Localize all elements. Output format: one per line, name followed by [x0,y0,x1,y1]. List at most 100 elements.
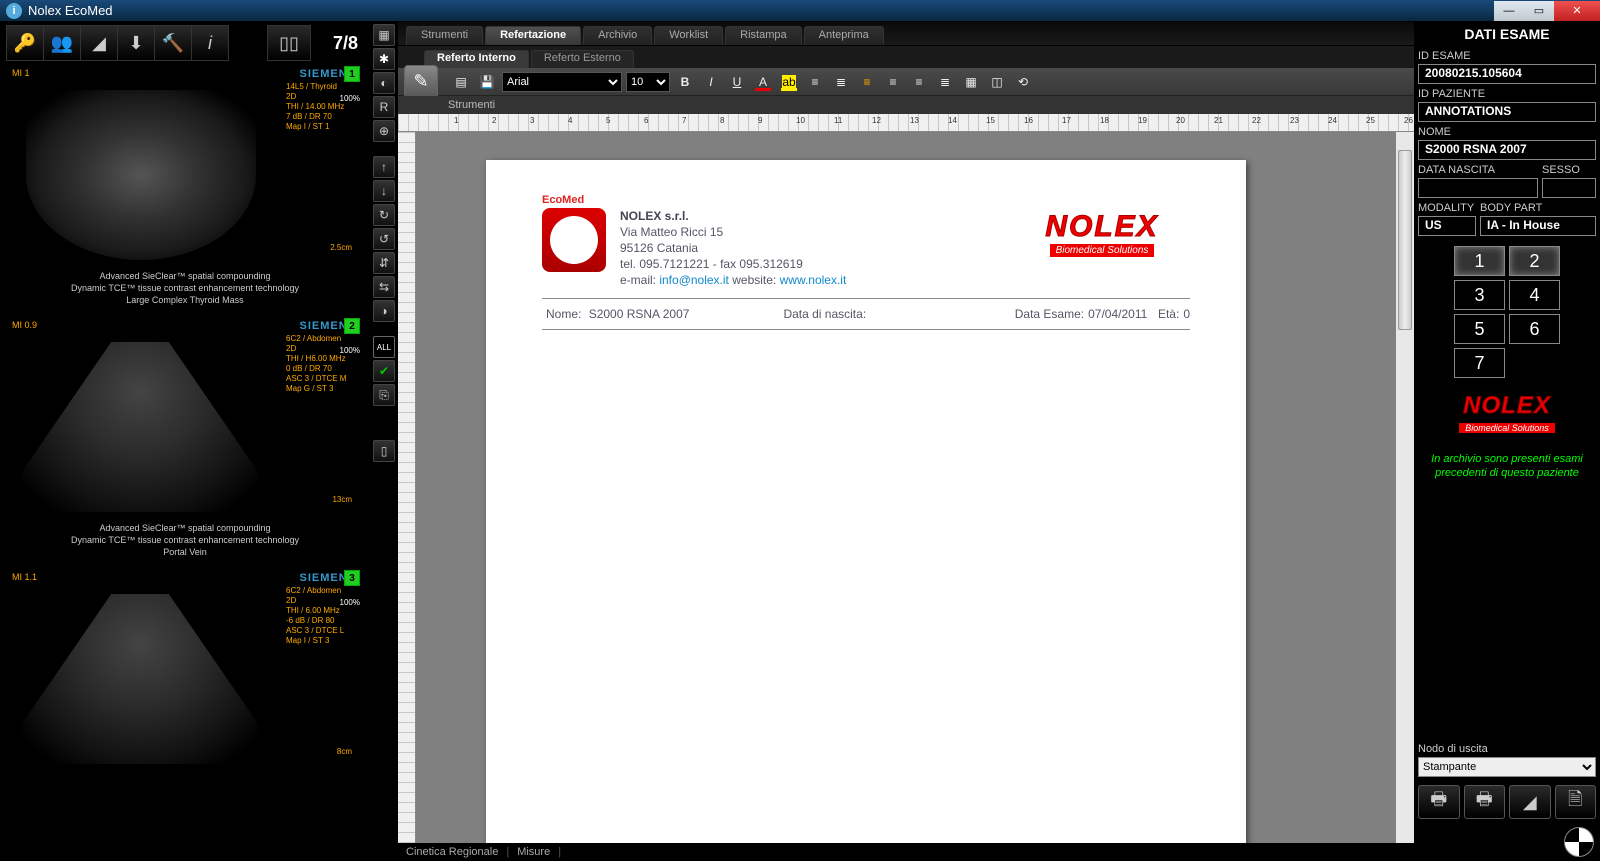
toolbar-label: Strumenti [398,96,1414,114]
main-tabbar: StrumentiRefertazioneArchivioWorklistRis… [398,22,1414,46]
rotate-cw-icon[interactable]: ↻ [373,204,395,226]
num-3[interactable]: 3 [1454,280,1505,310]
right-title: DATI ESAME [1418,22,1596,46]
tab-refertazione[interactable]: Refertazione [485,26,581,45]
grid-icon[interactable]: ▦ [373,24,395,46]
website-link[interactable]: www.nolex.it [780,273,847,287]
tools-icon[interactable]: 🔨 [154,25,192,61]
info-icon[interactable]: i [191,25,229,61]
select-all-button[interactable]: ALL [373,336,395,358]
down-arrow-icon[interactable]: ↓ [373,180,395,202]
print2-button[interactable]: 🖶 [1464,785,1506,819]
editor-toolbar: ✎ ▤ 💾 Arial 10 B I U A ab ≡ ≣ ≡ ≡ ≡ ≣ ▦ … [398,68,1414,96]
ruler-vertical [398,132,416,843]
book-icon[interactable]: ▯▯ [267,25,311,61]
fontcolor-button[interactable]: A [752,72,774,92]
titlebar: i Nolex EcoMed — ▭ ✕ [0,0,1600,22]
window-title: Nolex EcoMed [28,3,113,18]
num-5[interactable]: 5 [1454,314,1505,344]
right-panel: DATI ESAME ID ESAME 20080215.105604 ID P… [1414,22,1600,861]
export-icon[interactable]: ⎘ [373,384,395,406]
close-button[interactable]: ✕ [1554,1,1600,21]
tab-ristampa[interactable]: Ristampa [725,26,801,45]
insert-object-icon[interactable]: ◫ [986,71,1008,93]
nome-field: S2000 RSNA 2007 [1418,140,1596,160]
up-arrow-icon[interactable]: ↑ [373,156,395,178]
thumbnail[interactable]: 1 MI 1 SIEMENS 14L5 / Thyroid2DTHI / 14.… [6,64,364,308]
ecomed-logo [542,208,606,272]
bullets-icon[interactable]: ≡ [804,71,826,93]
tab-anteprima[interactable]: Anteprima [804,26,884,45]
fullscreen-icon[interactable] [1564,827,1594,857]
maximize-button[interactable]: ▭ [1524,1,1554,21]
tab-worklist[interactable]: Worklist [654,26,723,45]
font-select[interactable]: Arial [502,72,622,92]
ruler-horizontal: 1234567891011121314151617181920212223242… [398,114,1414,132]
highlight-button[interactable]: ab [778,72,800,92]
align-justify-icon[interactable]: ≣ [934,71,956,93]
invert-icon[interactable]: ◑ [373,300,395,322]
flip-v-icon[interactable]: ⇵ [373,252,395,274]
editor-area: StrumentiRefertazioneArchivioWorklistRis… [398,22,1414,861]
align-left-icon[interactable]: ≡ [856,71,878,93]
align-right-icon[interactable]: ≡ [908,71,930,93]
new-icon[interactable]: ▤ [450,71,472,93]
report-page: NOLEX s.r.l. Via Matteo Ricci 15 95126 C… [486,160,1246,843]
fontsize-select[interactable]: 10 [626,72,670,92]
id-paziente-field: ANNOTATIONS [1418,102,1596,122]
statusbar: Cinetica Regionale | Misure | [398,843,1414,861]
edit-mode-icon[interactable]: ✎ [404,65,438,99]
save-icon[interactable]: 💾 [476,71,498,93]
italic-button[interactable]: I [700,71,722,93]
numbering-icon[interactable]: ≣ [830,71,852,93]
left-toolbar: 🔑 👥 ◢ ⬇ 🔨 i ▯▯ 7/8 [0,22,370,64]
email-link[interactable]: info@nolex.it [659,273,729,287]
key-icon[interactable]: 🔑 [6,25,44,61]
document-viewport[interactable]: NOLEX s.r.l. Via Matteo Ricci 15 95126 C… [416,132,1414,843]
bold-button[interactable]: B [674,71,696,93]
insert-table-icon[interactable]: ▦ [960,71,982,93]
tab-archivio[interactable]: Archivio [583,26,652,45]
data-nascita-field [1418,178,1538,198]
num-7[interactable]: 7 [1454,348,1505,378]
zoom-icon[interactable]: ⊕ [373,120,395,142]
contrast-icon[interactable]: ◐ [373,72,395,94]
print-button[interactable]: 🖶 [1418,785,1460,819]
app-icon: i [6,3,22,19]
tab-strumenti[interactable]: Strumenti [406,26,483,45]
thumb-number: 2 [344,318,360,334]
output-node-select[interactable]: Stampante [1418,757,1596,777]
underline-button[interactable]: U [726,71,748,93]
status-misure[interactable]: Misure [517,846,550,858]
scrollbar[interactable] [1396,132,1414,843]
subtab-1[interactable]: Referto Esterno [531,50,634,68]
num-2[interactable]: 2 [1509,246,1560,276]
refresh-icon[interactable]: ⟲ [1012,71,1034,93]
nolex-logo: NOLEX Biomedical Solutions [1014,208,1190,258]
download-icon[interactable]: ⬇ [117,25,155,61]
vertical-toolstrip: ▦ ✱ ◐ R ⊕ ↑ ↓ ↻ ↺ ⇵ ⇆ ◑ ALL ✔ ⎘ ▯ [370,22,398,861]
num-1[interactable]: 1 [1454,246,1505,276]
rotate-ccw-icon[interactable]: ↺ [373,228,395,250]
reset-icon[interactable]: R [373,96,395,118]
eraser-icon[interactable]: ◢ [80,25,118,61]
sub-tabbar: Referto InternoReferto Esterno [398,46,1414,68]
subtab-0[interactable]: Referto Interno [424,50,529,68]
bodypart-field: IA - In House [1480,216,1596,236]
patients-icon[interactable]: 👥 [43,25,81,61]
thumbnail[interactable]: 3 MI 1.1 SIEMENS 6C2 / Abdomen2DTHI / 6.… [6,568,364,800]
brightness-icon[interactable]: ✱ [373,48,395,70]
sesso-field [1542,178,1596,198]
erase-button[interactable]: ◢ [1509,785,1551,819]
document-icon[interactable]: ▯ [373,440,395,462]
check-icon[interactable]: ✔ [373,360,395,382]
num-6[interactable]: 6 [1509,314,1560,344]
thumbnail[interactable]: 2 MI 0.9 SIEMENS 6C2 / Abdomen2DTHI / H6… [6,316,364,560]
minimize-button[interactable]: — [1494,1,1524,21]
flip-h-icon[interactable]: ⇆ [373,276,395,298]
status-cinetica[interactable]: Cinetica Regionale [406,846,498,858]
num-4[interactable]: 4 [1509,280,1560,310]
align-center-icon[interactable]: ≡ [882,71,904,93]
thumbnail-list: 1 MI 1 SIEMENS 14L5 / Thyroid2DTHI / 14.… [0,64,370,861]
dicom-button[interactable]: 🗎 [1555,785,1597,819]
